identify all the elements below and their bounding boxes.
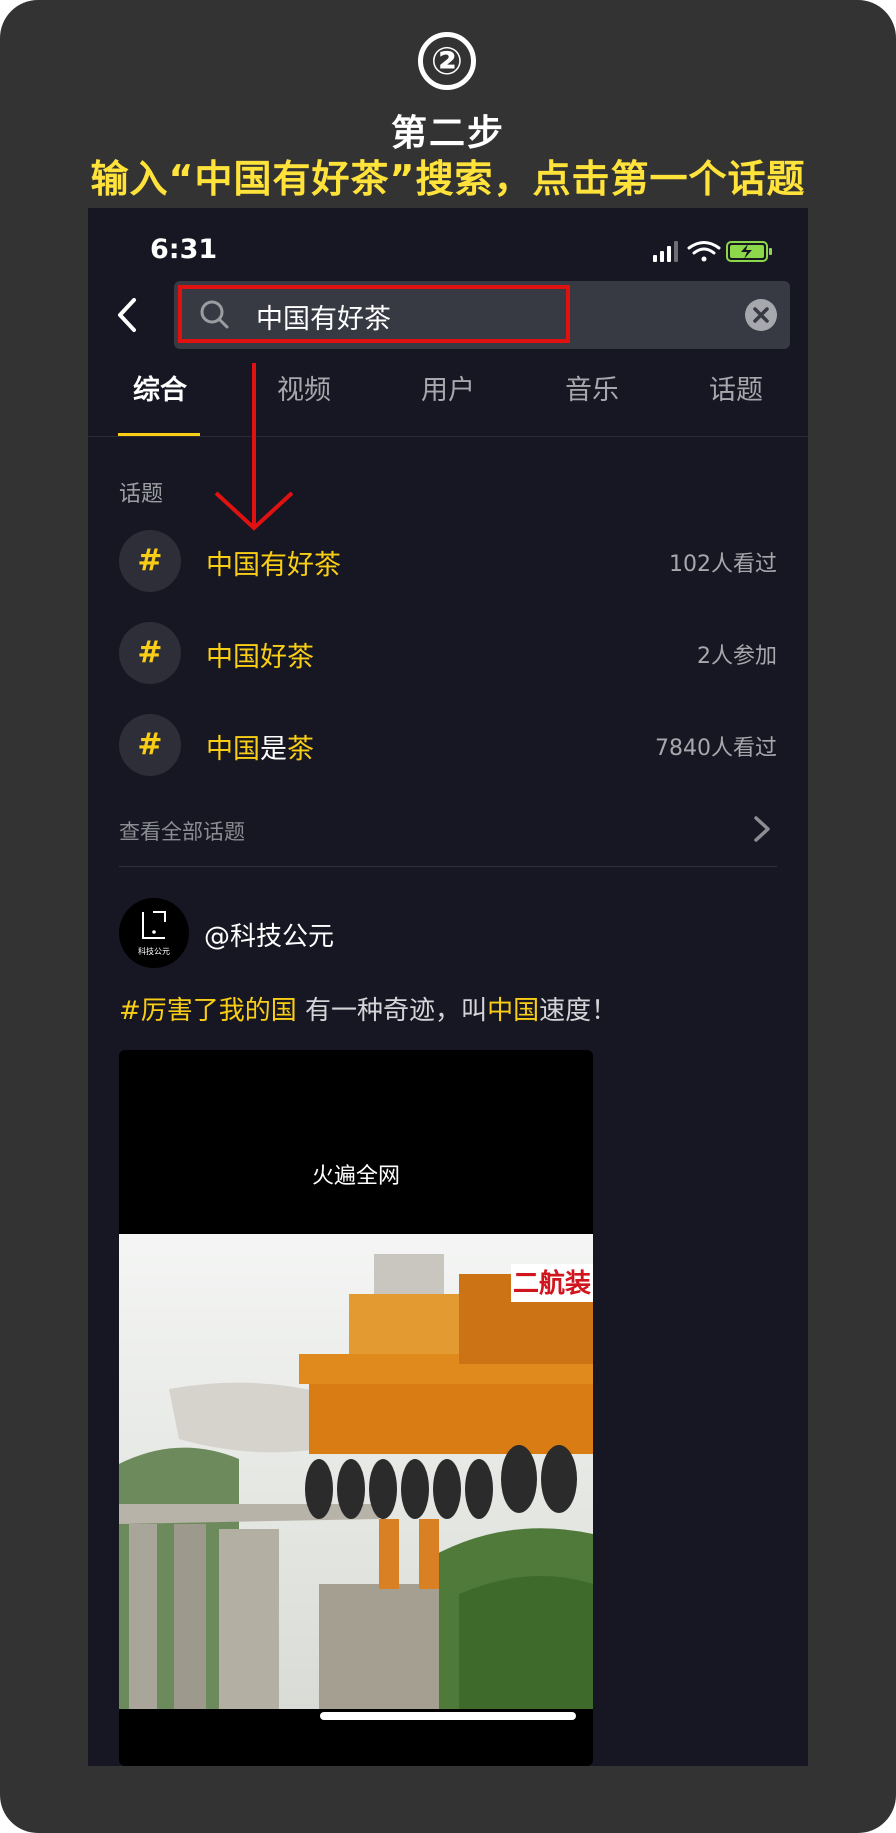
back-arrow-icon[interactable] <box>108 290 148 340</box>
topic-name: 中国是茶 <box>206 734 314 765</box>
tab-topics[interactable]: 话题 <box>676 368 796 407</box>
bridge-construction-image: 二航装 <box>119 1234 593 1709</box>
avatar-caption: 科技公元 <box>138 947 170 956</box>
video-thumbnail[interactable]: 火遍全网 二航装 <box>119 1050 593 1766</box>
topic-row[interactable]: # 中国有好茶 102人看过 <box>88 530 808 600</box>
topic-row[interactable]: # 中国是茶 7840人看过 <box>88 714 808 784</box>
hashtag-icon: # <box>119 530 181 592</box>
status-icons <box>653 241 772 262</box>
tab-music[interactable]: 音乐 <box>532 368 652 407</box>
topic-count: 7840人看过 <box>655 736 777 761</box>
step-instruction: 输入“中国有好茶”搜索，点击第一个话题 <box>90 157 806 201</box>
post-caption: #厉害了我的国 有一种奇迹，叫中国速度！ <box>119 996 618 1026</box>
hashtag-icon: # <box>119 714 181 776</box>
view-all-topics-link[interactable]: 查看全部话题 <box>119 816 245 846</box>
list-divider <box>119 866 777 867</box>
video-title: 火遍全网 <box>311 1164 400 1189</box>
home-indicator <box>320 1712 576 1720</box>
avatar[interactable]: 科技公元 <box>119 898 189 968</box>
post-username[interactable]: @科技公元 <box>204 916 334 953</box>
topic-count: 2人参加 <box>697 644 777 669</box>
topic-name: 中国好茶 <box>206 642 314 673</box>
battery-icon <box>726 241 772 262</box>
topic-name: 中国有好茶 <box>206 550 341 581</box>
channel-logo-icon <box>142 911 166 939</box>
tabs-divider <box>88 436 808 437</box>
signal-icon <box>653 241 678 262</box>
topic-row[interactable]: # 中国好茶 2人参加 <box>88 622 808 692</box>
chevron-right-icon[interactable] <box>750 812 774 846</box>
status-time: 6:31 <box>150 234 218 265</box>
tutorial-frame: ② 第二步 输入“中国有好茶”搜索，点击第一个话题 6:31 中国有好茶 综合 … <box>0 0 896 1833</box>
hashtag-icon: # <box>119 622 181 684</box>
tab-users[interactable]: 用户 <box>388 368 508 407</box>
tab-general[interactable]: 综合 <box>100 368 220 407</box>
clear-search-button[interactable] <box>745 299 777 331</box>
video-sign: 二航装 <box>513 1268 591 1299</box>
step-number-badge: ② <box>418 32 476 90</box>
search-tabs: 综合 视频 用户 音乐 话题 <box>88 368 808 426</box>
wifi-icon <box>687 241 721 262</box>
search-highlight-box <box>178 285 570 343</box>
phone-screen: 6:31 中国有好茶 综合 视频 用户 音乐 话题 话题 # 中国有好茶 102… <box>88 208 808 1766</box>
section-label-topics: 话题 <box>119 482 164 507</box>
tab-video[interactable]: 视频 <box>244 368 364 407</box>
caption-hashtag[interactable]: #厉害了我的国 <box>119 996 297 1026</box>
close-icon <box>753 307 769 323</box>
topic-count: 102人看过 <box>669 552 777 577</box>
